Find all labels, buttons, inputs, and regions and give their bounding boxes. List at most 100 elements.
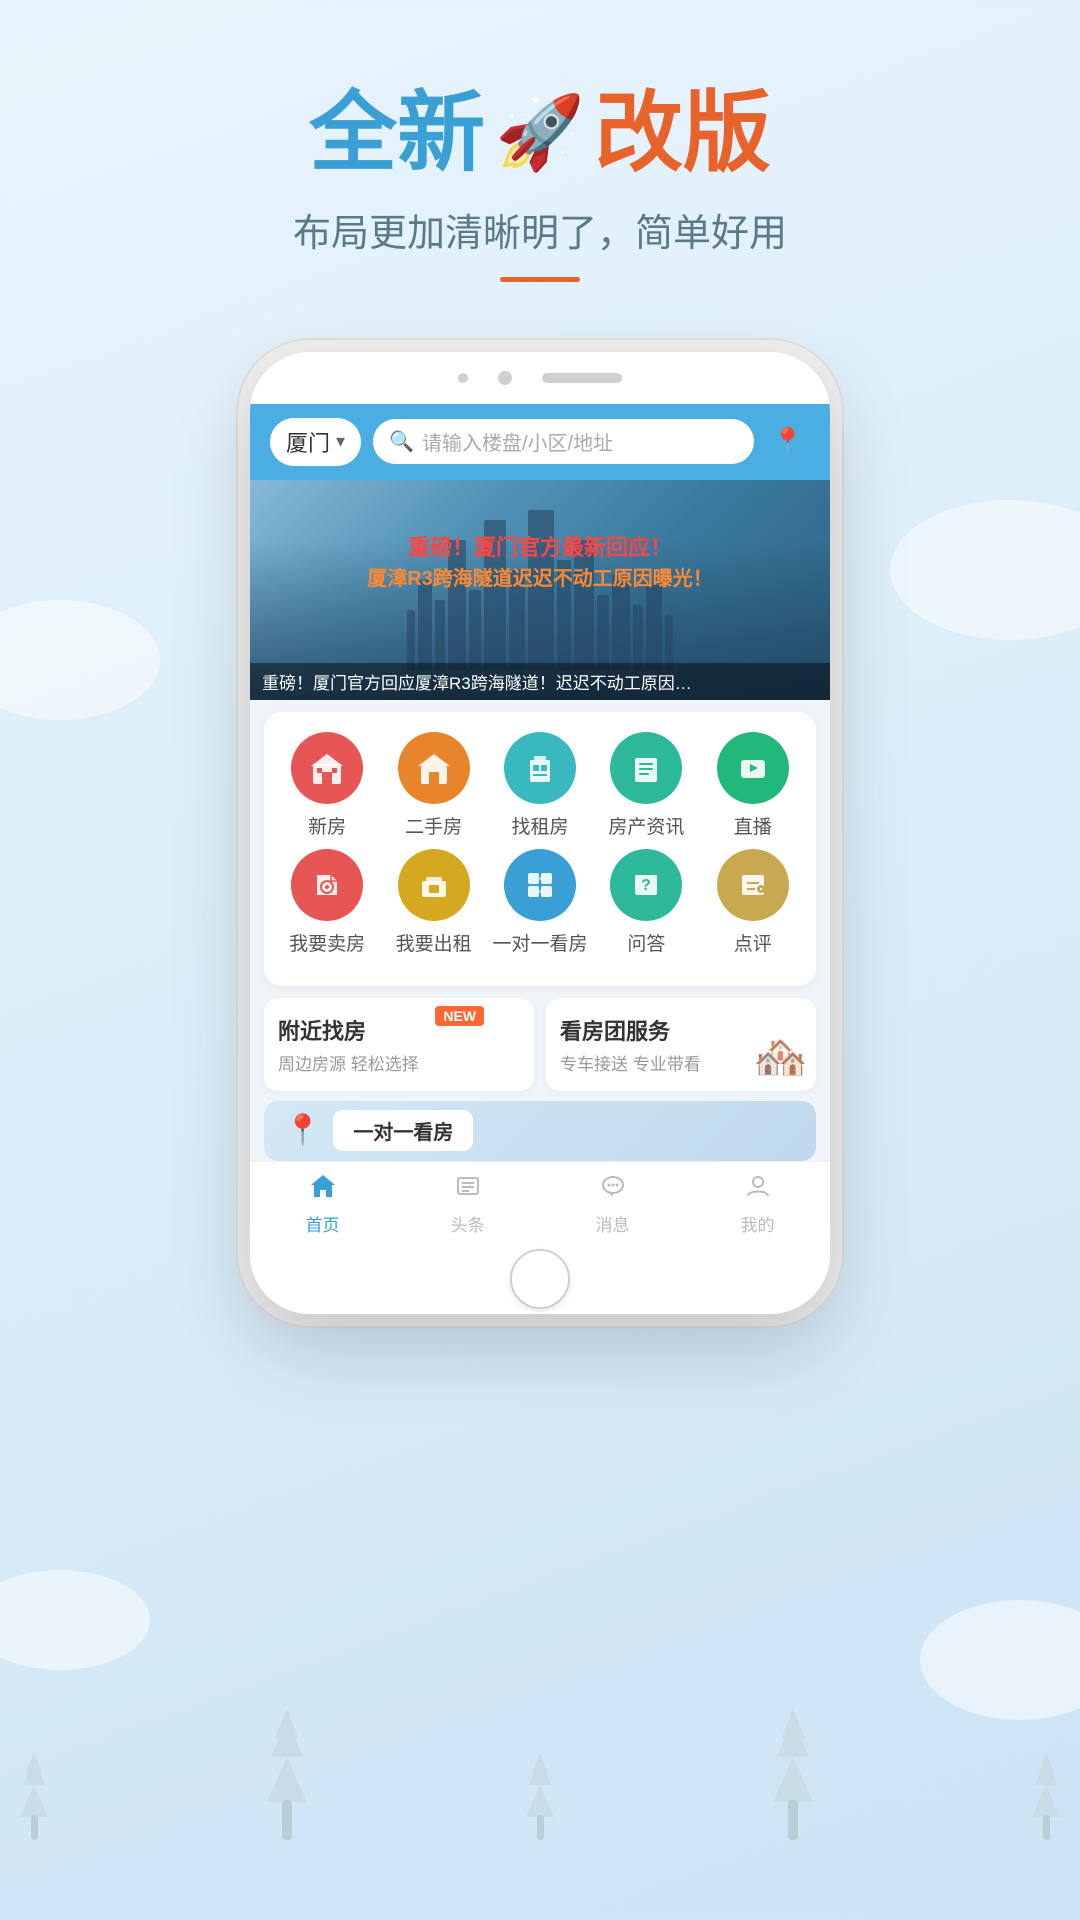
hero-title-part2: 改版 <box>595 80 771 186</box>
bg-trees <box>0 1660 1080 1840</box>
tree-mid <box>529 1759 551 1785</box>
search-icon: 🔍 <box>389 429 414 454</box>
tree-5 <box>1032 1766 1060 1840</box>
menu-card: 新房 二手房 找租房 <box>264 712 816 986</box>
phone-dot <box>458 373 468 383</box>
building-emoji: 🏘️ <box>753 1031 808 1083</box>
menu-item-one-on-one[interactable]: 一对一看房 <box>492 849 588 956</box>
tree-trunk <box>537 1815 544 1840</box>
tree-bottom <box>526 1785 554 1817</box>
menu-label-review: 点评 <box>734 929 772 956</box>
bg-cloud-bottom-right <box>920 1600 1080 1720</box>
hero-section: 全新 🚀 改版 布局更加清晰明了，简单好用 <box>0 0 1080 322</box>
menu-item-live[interactable]: 直播 <box>705 732 801 839</box>
banner[interactable]: 重磅！厦门官方最新回应！ 厦漳R3跨海隧道迟迟不动工原因曝光！ 重磅！厦门官方回… <box>250 480 830 700</box>
headlines-tab-icon <box>454 1172 482 1207</box>
hero-underline <box>500 277 580 282</box>
city-name: 厦门 <box>286 426 330 458</box>
menu-row-1: 新房 二手房 找租房 <box>274 732 806 839</box>
menu-item-new-house[interactable]: 新房 <box>279 732 375 839</box>
tab-headlines-label: 头条 <box>451 1211 485 1236</box>
news-icon <box>610 732 682 804</box>
one-on-one-card: 一对一看房 <box>333 1110 473 1151</box>
sell-icon <box>291 849 363 921</box>
tree-4 <box>773 1727 813 1840</box>
tree-mid <box>1035 1759 1057 1785</box>
menu-label-new-house: 新房 <box>308 812 346 839</box>
city-selector[interactable]: 厦门 ▾ <box>270 418 361 466</box>
tab-messages[interactable]: 消息 <box>563 1172 663 1236</box>
map-preview[interactable]: 📍 一对一看房 <box>264 1101 816 1161</box>
tree-top <box>781 1709 805 1739</box>
tab-profile[interactable]: 我的 <box>708 1172 808 1236</box>
tree-2 <box>267 1727 307 1840</box>
tab-home-label: 首页 <box>306 1211 340 1236</box>
tree-trunk <box>282 1800 292 1840</box>
hero-subtitle: 布局更加清晰明了，简单好用 <box>0 202 1080 257</box>
bottom-cards: NEW 附近找房 周边房源 轻松选择 看房团服务 专车接送 专业带看 🏘️ <box>250 998 830 1091</box>
menu-label-one-on-one: 一对一看房 <box>492 929 587 956</box>
menu-item-review[interactable]: 点评 <box>705 849 801 956</box>
menu-item-rental[interactable]: 找租房 <box>492 732 588 839</box>
banner-bottom-strip: 重磅！厦门官方回应厦漳R3跨海隧道！迟迟不动工原因… <box>250 663 830 700</box>
tab-headlines[interactable]: 头条 <box>418 1172 518 1236</box>
banner-text-overlay: 重磅！厦门官方最新回应！ 厦漳R3跨海隧道迟迟不动工原因曝光！ <box>250 530 830 591</box>
menu-label-second-hand: 二手房 <box>405 812 462 839</box>
phone-wrapper: 厦门 ▾ 🔍 请输入楼盘/小区/地址 📍 <box>0 352 1080 1314</box>
menu-item-qa[interactable]: ? 问答 <box>598 849 694 956</box>
messages-tab-icon <box>599 1172 627 1207</box>
app-header: 厦门 ▾ 🔍 请输入楼盘/小区/地址 📍 <box>250 404 830 480</box>
tab-profile-label: 我的 <box>741 1211 775 1236</box>
rocket-icon: 🚀 <box>495 90 585 176</box>
phone-notch-area <box>250 352 830 404</box>
menu-label-rental: 找租房 <box>511 812 568 839</box>
tree-bottom <box>267 1757 307 1802</box>
menu-item-sell[interactable]: 我要卖房 <box>279 849 375 956</box>
location-button[interactable]: 📍 <box>766 420 810 464</box>
tree-top <box>26 1753 42 1773</box>
rent-out-icon <box>398 849 470 921</box>
menu-label-live: 直播 <box>734 812 772 839</box>
tab-home[interactable]: 首页 <box>273 1172 373 1236</box>
menu-item-rent-out[interactable]: 我要出租 <box>386 849 482 956</box>
tree-mid <box>23 1759 45 1785</box>
qa-icon: ? <box>610 849 682 921</box>
chevron-down-icon: ▾ <box>336 431 345 452</box>
home-button[interactable] <box>510 1249 570 1309</box>
tree-bottom <box>773 1757 813 1802</box>
tree-top <box>1038 1753 1054 1773</box>
banner-headline-red: 重磅！厦门官方最新回应！ <box>250 530 830 562</box>
location-icon: 📍 <box>772 426 804 457</box>
live-icon <box>717 732 789 804</box>
menu-label-sell: 我要卖房 <box>289 929 365 956</box>
menu-label-rent-out: 我要出租 <box>396 929 472 956</box>
tree-bottom <box>1032 1785 1060 1817</box>
menu-item-second-hand[interactable]: 二手房 <box>386 732 482 839</box>
bottom-card-service[interactable]: 看房团服务 专车接送 专业带看 🏘️ <box>546 998 816 1091</box>
menu-item-news[interactable]: 房产资讯 <box>598 732 694 839</box>
menu-row-2: 我要卖房 我要出租 一对一看房 <box>274 849 806 956</box>
tree-top <box>275 1709 299 1739</box>
tree-1 <box>20 1766 48 1840</box>
phone-camera <box>498 371 512 385</box>
tree-mid <box>777 1719 809 1757</box>
map-pin-icon: 📍 <box>284 1113 321 1148</box>
new-badge: NEW <box>435 1006 484 1026</box>
home-tab-icon <box>309 1172 337 1207</box>
search-bar[interactable]: 🔍 请输入楼盘/小区/地址 <box>373 419 754 464</box>
new-house-icon <box>291 732 363 804</box>
nearby-subtitle: 周边房源 轻松选择 <box>278 1050 520 1075</box>
tree-bottom <box>20 1785 48 1817</box>
tree-trunk <box>31 1815 38 1840</box>
phone-frame: 厦门 ▾ 🔍 请输入楼盘/小区/地址 📍 <box>250 352 830 1314</box>
banner-headline-orange: 厦漳R3跨海隧道迟迟不动工原因曝光！ <box>250 562 830 591</box>
hero-title: 全新 🚀 改版 <box>0 80 1080 186</box>
phone-speaker <box>542 373 622 383</box>
svg-text:?: ? <box>641 877 651 894</box>
tree-trunk <box>1043 1815 1050 1840</box>
menu-label-news: 房产资讯 <box>608 812 684 839</box>
rental-icon <box>504 732 576 804</box>
hero-title-part1: 全新 <box>309 80 485 186</box>
tree-3 <box>526 1766 554 1840</box>
bottom-card-nearby[interactable]: NEW 附近找房 周边房源 轻松选择 <box>264 998 534 1091</box>
